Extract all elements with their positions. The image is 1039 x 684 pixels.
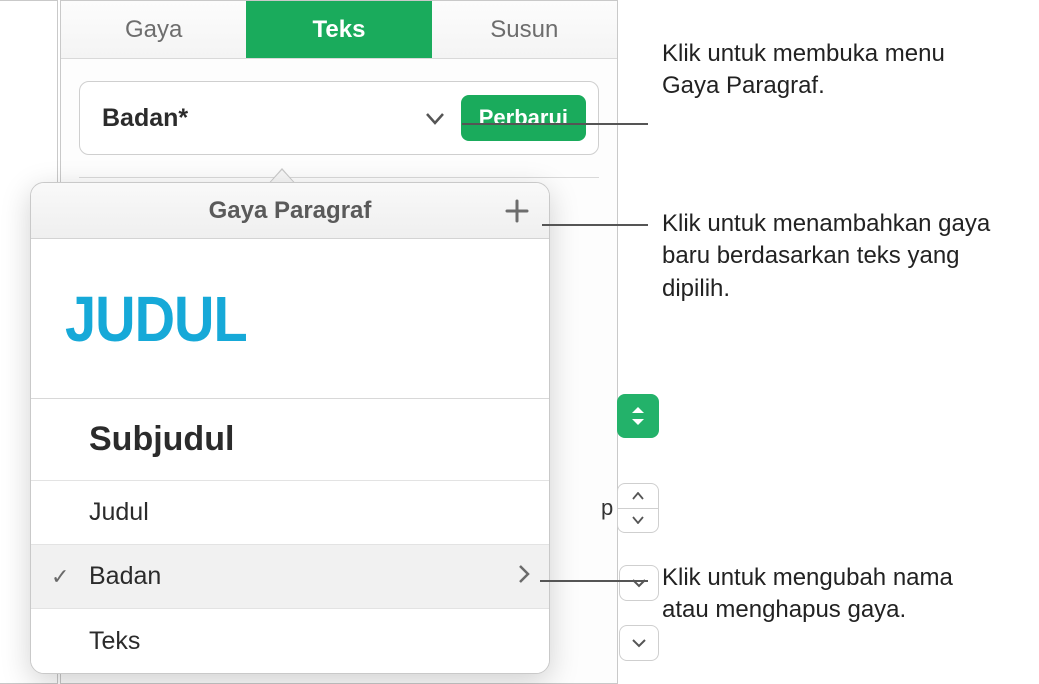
callout-line-2 [542, 224, 648, 226]
update-button[interactable]: Perbarui [461, 95, 586, 141]
style-row-body[interactable]: ✓ Badan [31, 545, 549, 609]
update-button-label: Perbarui [479, 105, 568, 130]
callout-1: Klik untuk membuka menu Gaya Paragraf. [662, 38, 1002, 103]
style-preview-title-label: JUDUL [65, 281, 247, 356]
stepper-down-icon[interactable] [618, 509, 658, 533]
tab-style[interactable]: Gaya [61, 1, 246, 58]
paragraph-style-selector[interactable]: Badan* Perbarui [79, 81, 599, 155]
chevron-down-icon[interactable] [423, 106, 447, 130]
callout-line-3 [540, 580, 648, 582]
style-row-subtitle[interactable]: Subjudul [31, 399, 549, 481]
tab-text-label: Teks [313, 16, 366, 44]
current-style-name: Badan* [102, 104, 423, 133]
callout-2: Klik untuk menambahkan gaya baru berdasa… [662, 208, 1002, 305]
popover-header: Gaya Paragraf [31, 183, 549, 239]
style-row-heading[interactable]: Judul [31, 481, 549, 545]
tab-style-label: Gaya [125, 16, 182, 44]
separator [79, 177, 599, 178]
stepper-up-icon[interactable] [618, 484, 658, 509]
style-row-text[interactable]: Teks [31, 609, 549, 673]
style-row-body-label: Badan [89, 562, 161, 591]
style-row-heading-label: Judul [89, 498, 149, 527]
callout-2-text: Klik untuk menambahkan gaya baru berdasa… [662, 210, 990, 302]
disclosure-button-2[interactable] [619, 625, 659, 661]
tab-arrange[interactable]: Susun [432, 1, 617, 58]
callout-1-text: Klik untuk membuka menu Gaya Paragraf. [662, 40, 945, 99]
popover-title: Gaya Paragraf [209, 197, 372, 225]
add-style-button[interactable] [501, 195, 533, 227]
style-row-text-label: Teks [89, 627, 140, 656]
tab-text[interactable]: Teks [246, 1, 431, 58]
disclosure-button-1[interactable] [619, 565, 659, 601]
chevron-right-icon[interactable] [517, 562, 531, 591]
style-preview-title[interactable]: JUDUL [31, 239, 549, 399]
tab-bar: Gaya Teks Susun [61, 1, 617, 59]
callout-line-1 [462, 123, 648, 125]
color-popup-button[interactable] [617, 394, 659, 438]
font-size-stepper[interactable] [617, 483, 659, 533]
size-unit-label: p [601, 495, 613, 521]
callout-3-text: Klik untuk mengubah nama atau menghapus … [662, 564, 953, 623]
style-row-subtitle-label: Subjudul [89, 420, 234, 459]
paragraph-styles-popover: Gaya Paragraf JUDUL Subjudul Judul ✓ Bad… [30, 182, 550, 674]
tab-arrange-label: Susun [490, 16, 558, 44]
callout-3: Klik untuk mengubah nama atau menghapus … [662, 562, 1002, 627]
checkmark-icon: ✓ [51, 564, 69, 590]
